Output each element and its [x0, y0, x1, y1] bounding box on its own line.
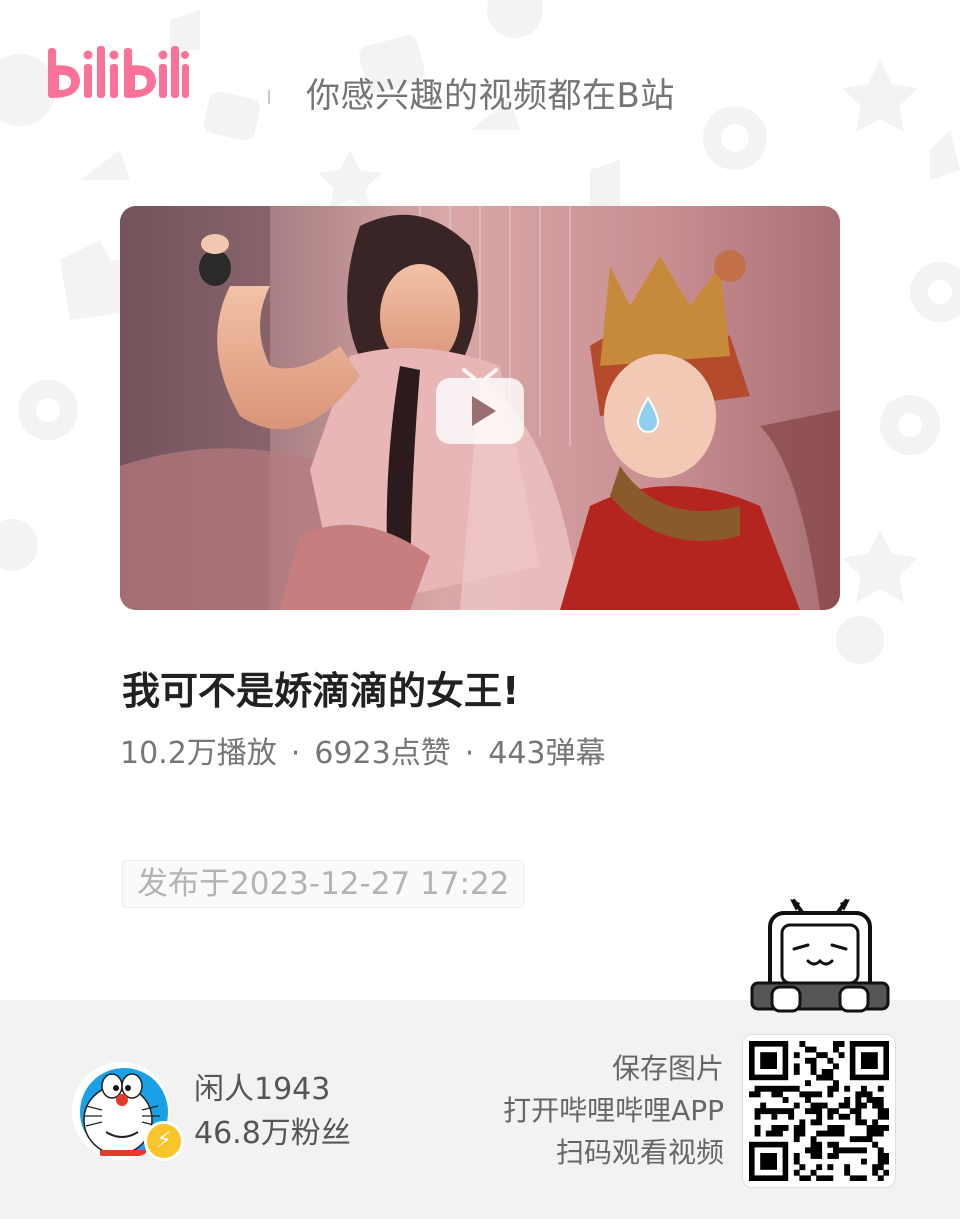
qr-instructions: 保存图片 打开哔哩哔哩APP 扫码观看视频 — [503, 1048, 724, 1174]
play-icon[interactable] — [436, 364, 524, 444]
publish-date: 发布于2023-12-27 17:22 — [122, 860, 525, 908]
fan-count: 46.8万粉丝 — [194, 1116, 351, 1151]
qr-instruction-open-app: 打开哔哩哔哩APP — [503, 1094, 724, 1127]
stats-separator: · — [464, 736, 475, 771]
header-divider — [268, 90, 270, 104]
stats-separator: · — [290, 736, 301, 771]
danmaku-count: 443弹幕 — [488, 736, 606, 771]
qr-code-image — [749, 1041, 889, 1181]
qr-code[interactable] — [742, 1034, 896, 1188]
uploader-name[interactable]: 闲人1943 — [194, 1064, 330, 1108]
video-thumbnail[interactable] — [120, 206, 840, 610]
tagline: 你感兴趣的视频都在B站 — [306, 76, 675, 116]
tv-mascot-icon — [750, 899, 890, 1013]
bilibili-logo[interactable] — [44, 42, 190, 108]
video-title[interactable]: 我可不是娇滴滴的女王! — [122, 660, 519, 715]
video-stats: 10.2万播放 · 6923点赞 · 443弹幕 — [120, 728, 606, 772]
view-count: 10.2万播放 — [120, 736, 277, 771]
qr-instruction-scan: 扫码观看视频 — [555, 1136, 724, 1169]
lightning-badge-icon: ⚡ — [144, 1121, 184, 1161]
like-count: 6923点赞 — [314, 736, 451, 771]
qr-instruction-save: 保存图片 — [611, 1052, 724, 1085]
header: 你感兴趣的视频都在B站 — [44, 40, 924, 120]
